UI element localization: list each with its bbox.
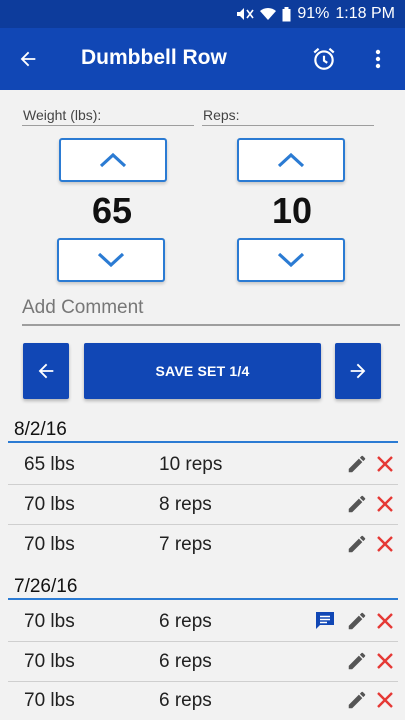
page-title: Dumbbell Row	[81, 46, 227, 69]
set-reps: 7 reps	[159, 534, 212, 555]
comment-input[interactable]: Add Comment	[22, 297, 143, 319]
set-weight: 65 lbs	[24, 454, 75, 475]
edit-set-button[interactable]	[344, 687, 370, 713]
rest-timer-button[interactable]	[306, 41, 342, 77]
set-weight: 70 lbs	[24, 651, 75, 672]
chevron-up-icon	[277, 152, 305, 168]
delete-set-button[interactable]	[372, 608, 398, 634]
set-reps: 6 reps	[159, 690, 212, 711]
weight-label: Weight (lbs):	[23, 107, 102, 123]
arrow-left-icon	[20, 51, 36, 67]
weight-label-underline	[22, 125, 194, 126]
close-icon	[377, 653, 393, 669]
chevron-up-icon	[99, 152, 127, 168]
history-set-row: 70 lbs 8 reps	[0, 485, 405, 524]
set-weight: 70 lbs	[24, 690, 75, 711]
pencil-icon	[348, 691, 366, 709]
set-reps: 8 reps	[159, 494, 212, 515]
alarm-clock-icon	[313, 47, 335, 70]
history-set-row: 70 lbs 6 reps	[0, 681, 405, 720]
close-icon	[377, 456, 393, 472]
overflow-menu-button[interactable]	[360, 41, 396, 77]
pencil-icon	[348, 612, 366, 630]
clock: 1:18 PM	[335, 5, 395, 22]
more-vert-icon	[375, 49, 381, 69]
chevron-down-icon	[277, 252, 305, 268]
delete-set-button[interactable]	[372, 648, 398, 674]
reps-decrease-button[interactable]	[237, 238, 345, 282]
weight-decrease-button[interactable]	[57, 238, 165, 282]
history-set-row: 70 lbs 6 reps	[0, 602, 405, 641]
pencil-icon	[348, 535, 366, 553]
weight-value: 65	[91, 190, 133, 231]
reps-label-underline	[202, 125, 374, 126]
app-bar: Dumbbell Row	[0, 28, 405, 90]
history-date-header: 7/26/16	[14, 576, 78, 597]
pencil-icon	[348, 495, 366, 513]
set-weight: 70 lbs	[24, 611, 75, 632]
arrow-right-icon	[350, 363, 366, 379]
edit-set-button[interactable]	[344, 531, 370, 557]
edit-set-button[interactable]	[344, 648, 370, 674]
history-date-rule	[8, 441, 398, 443]
edit-set-button[interactable]	[344, 451, 370, 477]
reps-value: 10	[271, 190, 313, 231]
close-icon	[377, 692, 393, 708]
edit-set-button[interactable]	[344, 491, 370, 517]
edit-set-button[interactable]	[344, 608, 370, 634]
comment-underline	[22, 324, 400, 326]
reps-increase-button[interactable]	[237, 138, 345, 182]
set-reps: 10 reps	[159, 454, 223, 475]
delete-set-button[interactable]	[372, 531, 398, 557]
delete-set-button[interactable]	[372, 687, 398, 713]
arrow-left-icon	[38, 363, 54, 379]
history-set-row: 65 lbs 10 reps	[0, 445, 405, 484]
chevron-down-icon	[97, 252, 125, 268]
set-reps: 6 reps	[159, 651, 212, 672]
battery-icon	[282, 6, 291, 22]
delete-set-button[interactable]	[372, 491, 398, 517]
view-comment-button[interactable]	[312, 608, 338, 634]
previous-exercise-button[interactable]	[23, 343, 69, 399]
close-icon	[377, 536, 393, 552]
pencil-icon	[348, 652, 366, 670]
reps-label: Reps:	[203, 107, 240, 123]
close-icon	[377, 613, 393, 629]
history-set-row: 70 lbs 6 reps	[0, 642, 405, 681]
delete-set-button[interactable]	[372, 451, 398, 477]
set-weight: 70 lbs	[24, 534, 75, 555]
history-date-rule	[8, 598, 398, 600]
back-button[interactable]	[10, 41, 46, 77]
pencil-icon	[348, 455, 366, 473]
save-set-button[interactable]: SAVE SET 1/4	[84, 343, 321, 399]
battery-level: 91%	[297, 5, 330, 22]
history-date-header: 8/2/16	[14, 419, 67, 440]
status-bar: 91% 1:18 PM	[0, 0, 405, 28]
history-set-row: 70 lbs 7 reps	[0, 525, 405, 564]
comment-icon	[316, 612, 334, 629]
set-weight: 70 lbs	[24, 494, 75, 515]
mute-icon	[236, 7, 255, 21]
next-exercise-button[interactable]	[335, 343, 381, 399]
set-reps: 6 reps	[159, 611, 212, 632]
close-icon	[377, 496, 393, 512]
weight-increase-button[interactable]	[59, 138, 167, 182]
wifi-icon	[260, 7, 277, 21]
